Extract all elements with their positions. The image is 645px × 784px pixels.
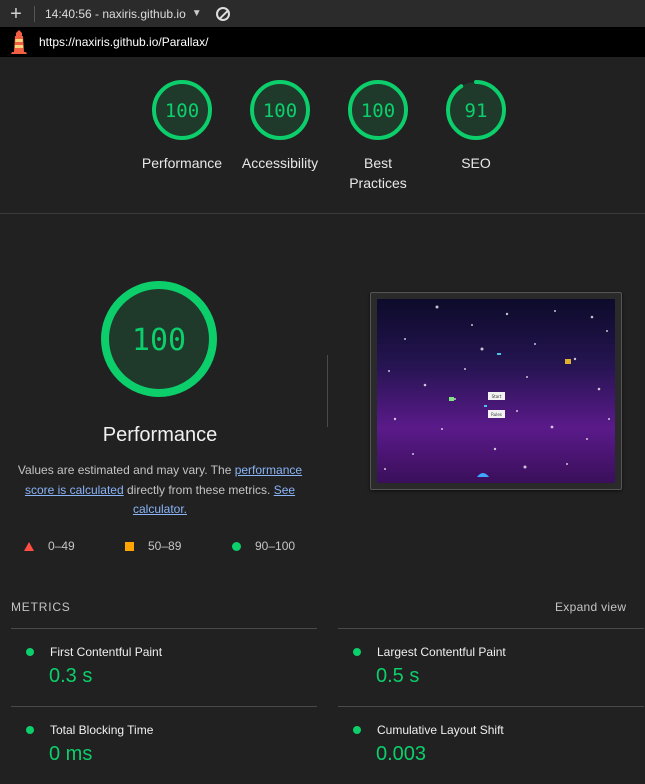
sprite-cyan-small — [484, 405, 487, 407]
gauge-label: Performance — [141, 155, 223, 171]
square-icon — [125, 541, 134, 551]
legend-average: 50–89 — [125, 539, 232, 553]
category-gauges: 100 Performance 100 Accessibility 100 Best Pr… — [140, 78, 518, 193]
legend-pass-label: 90–100 — [255, 539, 296, 553]
metric-rule — [338, 628, 644, 629]
expand-view-button[interactable]: Expand view — [555, 600, 626, 614]
gauge-score: 100 — [263, 100, 297, 122]
gauge-ring: 91 — [446, 80, 506, 140]
sprite-yellow — [565, 359, 571, 364]
circle-icon — [232, 541, 241, 551]
final-screenshot[interactable]: Start Rules — [370, 292, 622, 490]
report-url-bar: https://naxiris.github.io/Parallax/ — [0, 27, 645, 57]
metric-lcp: Largest Contentful Paint 0.5 s — [338, 628, 644, 688]
vertical-divider — [327, 355, 328, 427]
gauge-ring: 100 — [152, 80, 212, 140]
metric-value: 0.003 — [376, 743, 427, 765]
pass-dot-icon — [353, 648, 361, 656]
metric-label: Cumulative Layout Shift — [377, 723, 504, 737]
triangle-icon — [24, 541, 34, 551]
tab-separator — [34, 5, 35, 22]
category-gauge[interactable]: 91 SEO — [434, 78, 518, 193]
metric-rule — [338, 706, 644, 707]
metric-value: 0 ms — [49, 743, 93, 765]
pass-dot-icon — [26, 726, 34, 734]
chevron-down-icon[interactable]: ▼ — [192, 8, 202, 19]
block-icon[interactable] — [215, 6, 230, 21]
report-url[interactable]: https://naxiris.github.io/Parallax/ — [39, 35, 208, 49]
metric-label: Total Blocking Time — [50, 723, 154, 737]
legend-average-label: 50–89 — [148, 539, 182, 553]
category-gauge[interactable]: 100 Best Practices — [336, 78, 420, 193]
gauge-score: 100 — [361, 100, 395, 122]
gauge-ring: 100 — [348, 80, 408, 140]
pass-dot-icon — [353, 726, 361, 734]
tab-title[interactable]: 14:40:56 - naxiris.github.io — [45, 7, 186, 21]
lighthouse-logo-icon — [11, 30, 27, 54]
gauge-label: Best Practices — [349, 155, 407, 191]
legend-pass: 90–100 — [232, 539, 295, 553]
tab-bar: + 14:40:56 - naxiris.github.io ▼ — [0, 0, 645, 27]
gauge-ring: 100 — [250, 80, 310, 140]
rules-button-label: Rules — [491, 412, 502, 417]
metric-fcp: First Contentful Paint 0.3 s — [11, 628, 317, 688]
metric-value: 0.5 s — [376, 665, 420, 687]
performance-description: Values are estimated and may vary. The p… — [10, 461, 310, 520]
score-legend: 0–49 50–89 90–100 — [24, 539, 295, 553]
legend-fail-label: 0–49 — [48, 539, 75, 553]
metric-rule — [11, 706, 317, 707]
start-button-label: Start — [492, 394, 502, 399]
category-gauge[interactable]: 100 Performance — [140, 78, 224, 193]
gauge-score: 91 — [465, 100, 488, 122]
section-divider — [0, 213, 645, 214]
sprite-cyan — [497, 353, 501, 355]
metric-value: 0.3 s — [49, 665, 93, 687]
gauge-label: SEO — [461, 155, 491, 171]
gauge-label: Accessibility — [241, 155, 319, 171]
metric-label: Largest Contentful Paint — [377, 645, 506, 659]
metric-tbt: Total Blocking Time 0 ms — [11, 706, 317, 766]
sprite-green — [449, 397, 454, 401]
metric-rule — [11, 628, 317, 629]
performance-title: Performance — [102, 424, 218, 446]
gauge-score: 100 — [165, 100, 199, 122]
screenshot-image: Start Rules — [377, 299, 615, 483]
metric-label: First Contentful Paint — [50, 645, 163, 659]
metrics-heading: METRICS — [11, 600, 71, 614]
legend-fail: 0–49 — [24, 539, 125, 553]
category-gauge[interactable]: 100 Accessibility — [238, 78, 322, 193]
new-tab-icon[interactable]: + — [2, 4, 30, 24]
metric-cls: Cumulative Layout Shift 0.003 — [338, 706, 644, 766]
performance-gauge-large: 100 — [101, 281, 217, 397]
pass-dot-icon — [26, 648, 34, 656]
desc-mid: directly from these metrics. — [123, 482, 274, 497]
performance-score: 100 — [132, 323, 186, 358]
desc-prefix: Values are estimated and may vary. The — [17, 463, 235, 477]
